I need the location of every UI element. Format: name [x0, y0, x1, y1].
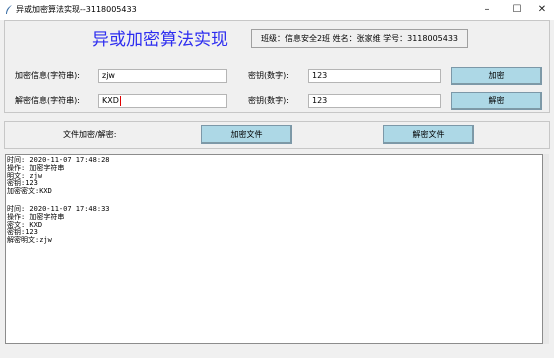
decrypt-file-button[interactable]: 解密文件 [383, 125, 474, 144]
text-cursor [119, 95, 121, 106]
log-output: 解密明文:zjw [7, 236, 52, 245]
student-info-label: 班级：信息安全2班 姓名：张家维 学号：3118005433 [251, 29, 468, 48]
log-entry: 时间: 2020-11-07 17:48:33 操作: 加密字符串 密文: KX… [7, 205, 110, 245]
encrypt-file-button[interactable]: 加密文件 [201, 125, 292, 144]
log-textbox[interactable]: 时间: 2020-11-07 17:48:28 操作: 加密字符串 明文: zj… [5, 154, 543, 344]
encrypt-button[interactable]: 加密 [451, 67, 542, 85]
feather-icon [6, 5, 12, 14]
decrypt-input-label: 解密信息(字符串): [15, 96, 80, 105]
encrypt-key-label: 密钥(数字): [248, 71, 289, 80]
decrypt-key-label: 密钥(数字): [248, 96, 289, 105]
encrypt-input-value: zjw [102, 71, 115, 80]
encrypt-input-label: 加密信息(字符串): [15, 71, 80, 80]
log-scrollbar[interactable] [543, 154, 549, 344]
decrypt-key-value: 123 [312, 96, 328, 105]
encrypt-key-input[interactable]: 123 [308, 69, 441, 83]
minimize-button[interactable]: – [472, 0, 502, 20]
decrypt-input-value: KXD [102, 96, 119, 105]
encrypt-input[interactable]: zjw [98, 69, 227, 83]
app-title: 异或加密算法实现 [92, 30, 228, 50]
close-button[interactable]: ✕ [527, 0, 554, 20]
log-output: 加密密文:KXD [7, 187, 52, 196]
window-title: 异或加密算法实现--3118005433 [16, 5, 137, 14]
title-bar: 异或加密算法实现--3118005433 – ☐ ✕ [0, 0, 554, 20]
decrypt-input[interactable]: KXD [98, 94, 227, 108]
file-crypto-label: 文件加密/解密: [63, 130, 117, 139]
encrypt-key-value: 123 [312, 71, 328, 80]
log-entry: 时间: 2020-11-07 17:48:28 操作: 加密字符串 明文: zj… [7, 156, 110, 196]
decrypt-button[interactable]: 解密 [451, 92, 542, 110]
decrypt-key-input[interactable]: 123 [308, 94, 441, 108]
